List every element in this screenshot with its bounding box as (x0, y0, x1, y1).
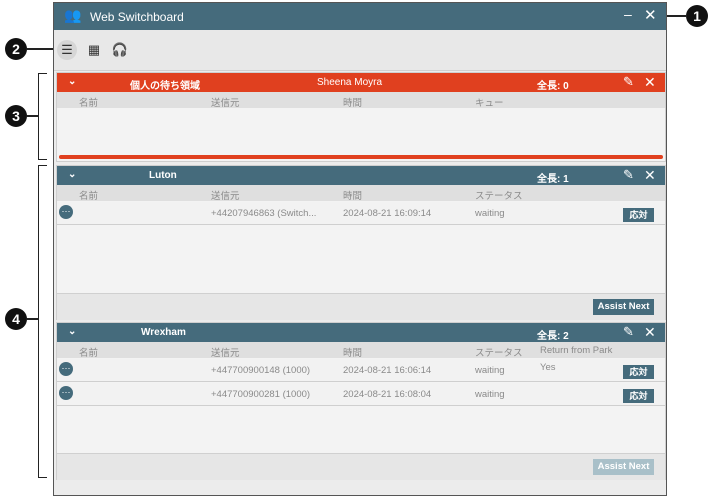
queue-name: 個人の待ち領域 (130, 81, 200, 92)
web-switchboard-window: 👥 Web Switchboard – ✕ ☰ ▦ 🎧 ⌄ 個人の待ち領域 Sh… (53, 2, 667, 496)
col-from: 送信元 (211, 98, 240, 109)
col-from: 送信元 (211, 191, 240, 202)
wrexham-queue-footer: Assist Next (57, 453, 665, 480)
callout-1: 1 (686, 5, 708, 27)
queue-close-icon[interactable]: ✕ (644, 74, 656, 91)
queue-name: Luton (149, 170, 177, 181)
callout-4-line (27, 318, 38, 320)
table-row[interactable]: ⋯ +447700900148 (1000) 2024-08-21 16:06:… (57, 359, 665, 382)
personal-queue-bottom-bar (59, 155, 663, 159)
people-icon: 👥 (64, 7, 82, 23)
callout-2: 2 (5, 38, 27, 60)
queue-close-icon[interactable]: ✕ (644, 324, 656, 341)
queue-close-icon[interactable]: ✕ (644, 167, 656, 184)
call-time: 2024-08-21 16:09:14 (343, 208, 432, 219)
caller-from: +447700900281 (1000) (211, 389, 311, 400)
personal-queue-header: ⌄ 個人の待ち領域 Sheena Moyra 全長: 0 ✎ ✕ (57, 73, 665, 92)
callout-2-line (27, 48, 55, 50)
col-queue: キュー (475, 98, 504, 109)
col-time: 時間 (343, 348, 363, 359)
headset-icon: 🎧 (111, 42, 129, 57)
list-icon: ☰ (61, 42, 73, 57)
more-icon[interactable]: ⋯ (59, 205, 73, 219)
column-header-row: 名前 送信元 時間 キュー (57, 92, 665, 109)
assist-next-button[interactable]: Assist Next (593, 459, 654, 475)
call-status: waiting (475, 389, 505, 400)
chevron-down-icon[interactable]: ⌄ (68, 76, 76, 87)
queue-name: Wrexham (141, 327, 186, 338)
assist-next-button[interactable]: Assist Next (593, 299, 654, 315)
col-status: ステータス (475, 348, 523, 359)
more-icon[interactable]: ⋯ (59, 386, 73, 400)
return-from-park: Yes (540, 362, 556, 373)
chevron-down-icon[interactable]: ⌄ (68, 169, 76, 180)
col-status: ステータス (475, 191, 523, 202)
headset-button[interactable]: 🎧 (110, 40, 130, 60)
luton-queue-panel: ⌄ Luton 全長: 1 ✎ ✕ 名前 送信元 時間 ステータス ⋯ +442… (56, 165, 666, 320)
list-view-button[interactable]: ☰ (57, 40, 77, 60)
col-name: 名前 (79, 191, 99, 202)
minimize-button[interactable]: – (624, 6, 632, 22)
queue-total: 全長: 0 (537, 81, 569, 92)
title-bar: 👥 Web Switchboard – ✕ (54, 3, 666, 30)
call-time: 2024-08-21 16:06:14 (343, 365, 432, 376)
grid-view-button[interactable]: ▦ (84, 40, 104, 60)
callout-3-line (27, 115, 38, 117)
caller-from: +44207946863 (Switch... (211, 208, 317, 219)
edit-icon[interactable]: ✎ (623, 167, 634, 183)
col-time: 時間 (343, 98, 363, 109)
personal-queue-panel: ⌄ 個人の待ち領域 Sheena Moyra 全長: 0 ✎ ✕ 名前 送信元 … (56, 72, 666, 162)
more-icon[interactable]: ⋯ (59, 362, 73, 376)
col-name: 名前 (79, 348, 99, 359)
call-status: waiting (475, 208, 505, 219)
queue-total: 全長: 2 (537, 331, 569, 342)
call-time: 2024-08-21 16:08:04 (343, 389, 432, 400)
answer-button[interactable]: 応対 (623, 365, 654, 379)
luton-queue-footer: Assist Next (57, 293, 665, 320)
toolbar: ☰ ▦ 🎧 (54, 30, 666, 71)
answer-button[interactable]: 応対 (623, 389, 654, 403)
close-button[interactable]: ✕ (644, 6, 657, 24)
callout-4: 4 (5, 308, 27, 330)
callout-4-bracket (38, 165, 47, 478)
luton-queue-header: ⌄ Luton 全長: 1 ✎ ✕ (57, 166, 665, 185)
col-name: 名前 (79, 98, 99, 109)
wrexham-queue-panel: ⌄ Wrexham 全長: 2 ✎ ✕ 名前 送信元 時間 ステータス Retu… (56, 322, 666, 480)
column-header-row: 名前 送信元 時間 ステータス (57, 185, 665, 202)
answer-button[interactable]: 応対 (623, 208, 654, 222)
call-status: waiting (475, 365, 505, 376)
col-from: 送信元 (211, 348, 240, 359)
column-header-row: 名前 送信元 時間 ステータス Return from Park (57, 342, 665, 359)
window-title: Web Switchboard (90, 10, 184, 24)
grid-icon: ▦ (87, 42, 101, 57)
agent-name: Sheena Moyra (317, 77, 383, 88)
table-row[interactable]: ⋯ +44207946863 (Switch... 2024-08-21 16:… (57, 202, 665, 225)
table-row[interactable]: ⋯ +447700900281 (1000) 2024-08-21 16:08:… (57, 383, 665, 406)
queue-total: 全長: 1 (537, 174, 569, 185)
callout-3: 3 (5, 105, 27, 127)
wrexham-queue-header: ⌄ Wrexham 全長: 2 ✎ ✕ (57, 323, 665, 342)
callout-3-bracket (38, 73, 47, 160)
col-return-from-park: Return from Park (540, 345, 613, 356)
chevron-down-icon[interactable]: ⌄ (68, 326, 76, 337)
col-time: 時間 (343, 191, 363, 202)
edit-icon[interactable]: ✎ (623, 324, 634, 340)
edit-icon[interactable]: ✎ (623, 74, 634, 90)
caller-from: +447700900148 (1000) (211, 365, 311, 376)
